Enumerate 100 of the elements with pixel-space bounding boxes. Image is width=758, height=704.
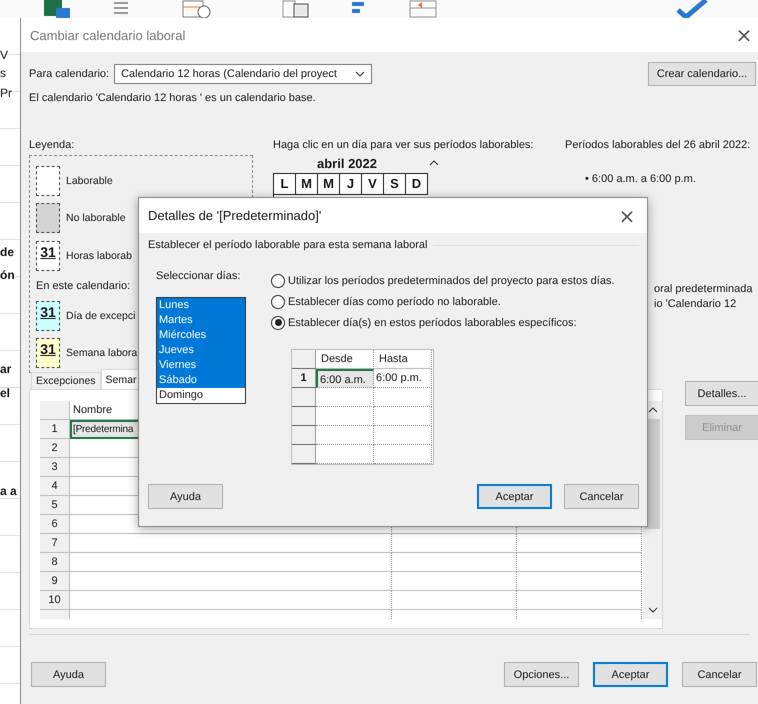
close-button[interactable]: × <box>730 23 758 47</box>
calendar-clock-icon[interactable] <box>182 0 212 18</box>
table-cell[interactable] <box>316 445 374 464</box>
create-calendar-button[interactable]: Crear calendario... <box>648 62 756 86</box>
corner-header <box>292 350 316 369</box>
month-title: abril 2022 <box>317 156 377 170</box>
table-cell[interactable] <box>374 407 432 426</box>
row-number: 1 <box>292 369 316 388</box>
corner-header <box>40 401 70 420</box>
table-cell[interactable] <box>517 591 642 610</box>
table-cell[interactable] <box>392 553 517 572</box>
periods-title: Períodos laborables del 26 abril 2022: <box>565 139 752 153</box>
legend-subtitle: En este calendario: <box>36 278 130 294</box>
table-cell[interactable] <box>374 388 432 407</box>
calculator-icon[interactable] <box>282 0 310 18</box>
background-text: Pr <box>0 86 12 100</box>
weekday-header: S <box>384 174 406 194</box>
table-cell[interactable] <box>517 534 642 553</box>
chevron-down-icon[interactable] <box>355 71 366 77</box>
radio-label: Utilizar los períodos predeterminados del proyecto para estos días. <box>288 274 615 286</box>
day-item[interactable]: Miércoles <box>157 328 245 343</box>
tab[interactable]: Excepciones <box>31 372 101 389</box>
radio-button[interactable] <box>271 274 285 288</box>
field-label: Para calendario: <box>29 68 110 80</box>
row-header <box>292 388 316 407</box>
legend-label: Horas laborab <box>66 250 132 262</box>
row-header <box>292 445 316 464</box>
table-cell[interactable] <box>374 445 432 464</box>
table-cell[interactable] <box>70 553 392 572</box>
footer-button[interactable]: Cancelar <box>682 662 757 687</box>
table-cell[interactable]: 6:00 p.m. <box>374 369 432 388</box>
table-cell[interactable] <box>517 572 642 591</box>
footer-button[interactable]: Aceptar <box>593 662 668 687</box>
weekday-header: M <box>296 174 318 194</box>
table-cell[interactable] <box>374 426 432 445</box>
table-cell[interactable] <box>70 591 392 610</box>
background-text: ar <box>0 362 12 376</box>
weekday-header: L <box>274 174 296 194</box>
legend-label: Día de excepci <box>66 310 136 322</box>
chevron-up-icon[interactable] <box>429 160 439 166</box>
calendar-prompt: Haga clic en un día para ver sus períodos laborables: <box>273 139 534 153</box>
weekday-header: D <box>406 174 428 194</box>
footer-button[interactable]: Ayuda <box>31 662 106 687</box>
note-text: io 'Calendario 12 <box>654 298 738 310</box>
table-cell[interactable] <box>392 534 517 553</box>
days-listbox[interactable]: Lunes Martes Miércoles Jueves Viernes Sábado Domingo <box>156 297 246 404</box>
note-text: oral predeterminada <box>654 283 752 295</box>
row-number: 10 <box>40 591 70 610</box>
background-text: de <box>0 245 14 259</box>
table-icon[interactable] <box>408 0 438 18</box>
table-cell[interactable] <box>392 572 517 591</box>
background-text: s <box>0 66 6 80</box>
day-item[interactable]: Lunes <box>157 298 245 313</box>
background-text: ón <box>0 268 15 282</box>
close-button[interactable]: × <box>613 204 641 228</box>
calendar-dropdown[interactable]: Calendario 12 horas (Calendario del proyect <box>114 64 372 84</box>
dialog-button[interactable]: Ayuda <box>148 484 223 509</box>
row-number: 8 <box>40 553 70 572</box>
day-item[interactable]: Domingo <box>157 388 245 403</box>
day-item[interactable]: Viernes <box>157 358 245 373</box>
row-number: 1 <box>40 420 70 439</box>
row-number: 7 <box>40 534 70 553</box>
side-button[interactable]: Detalles... <box>685 381 758 406</box>
radio-button[interactable] <box>271 294 285 308</box>
day-item[interactable]: Martes <box>157 313 245 328</box>
legend-swatch: 31 <box>36 241 60 272</box>
table-cell[interactable] <box>392 591 517 610</box>
legend-label: Laborable <box>66 174 113 187</box>
chevron-down-icon[interactable] <box>648 607 658 613</box>
weekday-header: V <box>362 174 384 194</box>
info-text: El calendario 'Calendario 12 horas ' es un calendario base. <box>29 92 317 106</box>
dialog-button[interactable]: Aceptar <box>477 484 552 509</box>
radio-label: Establecer días como período no laborable. <box>288 296 501 308</box>
legend-label: Semana labora <box>66 347 138 360</box>
table-cell[interactable] <box>316 426 374 445</box>
legend-swatch: 31 <box>36 300 60 331</box>
table-cell[interactable] <box>316 407 374 426</box>
row-number: 9 <box>40 572 70 591</box>
table-cell[interactable]: 6:00 a.m. <box>316 369 374 388</box>
day-item[interactable]: Sábado <box>157 373 245 388</box>
chevron-up-icon[interactable] <box>648 407 658 413</box>
table-cell[interactable] <box>70 534 392 553</box>
row-number: 3 <box>40 458 70 477</box>
row-header <box>292 426 316 445</box>
table-cell[interactable] <box>316 388 374 407</box>
day-item[interactable]: Jueves <box>157 343 245 358</box>
table-cell[interactable] <box>70 572 392 591</box>
row-number: 6 <box>40 515 70 534</box>
legend-title: Leyenda: <box>29 139 76 153</box>
background-text: el <box>0 386 10 400</box>
radio-button[interactable] <box>271 316 285 330</box>
dialog-button[interactable]: Cancelar <box>564 484 639 509</box>
dialog-title: Detalles de '[Predeterminado]' <box>148 208 322 223</box>
row-number: 5 <box>40 496 70 515</box>
days-label: Seleccionar días: <box>156 270 242 282</box>
spreadsheet-icon[interactable] <box>44 0 70 18</box>
row-header <box>292 407 316 426</box>
footer-button[interactable]: Opciones... <box>504 662 579 687</box>
table-cell[interactable] <box>517 553 642 572</box>
window-title: Cambiar calendario laboral <box>30 28 186 42</box>
